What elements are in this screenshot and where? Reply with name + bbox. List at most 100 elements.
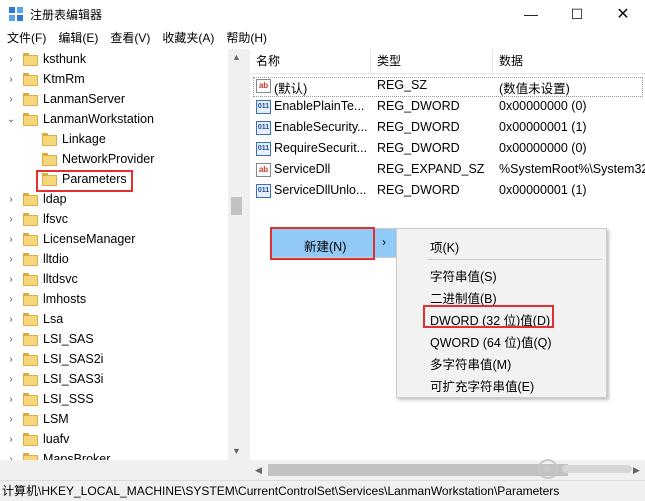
maximize-button[interactable]: ☐ [554,0,600,28]
submenu-item-multi-string[interactable]: 多字符串值(M) [397,350,606,372]
tree-item-label: Linkage [62,132,106,146]
no-expander [24,133,36,147]
annotation-box [423,305,554,328]
chevron-right-icon[interactable]: › [5,353,17,367]
tree-item-label: luafv [43,432,70,446]
scroll-down-icon[interactable]: ▼ [228,443,245,460]
table-row[interactable]: 011 EnablePlainTe... REG_DWORD 0x00000000 (… [250,97,645,118]
tree-item[interactable]: › KtmRm [0,70,228,90]
menu-separator [427,259,602,260]
submenu-item-string[interactable]: 字符串值(S) [397,262,606,284]
chevron-right-icon[interactable]: › [5,93,17,107]
submenu-item-qword[interactable]: QWORD (64 位)值(Q) [397,328,606,350]
chevron-right-icon[interactable]: › [5,413,17,427]
title-bar: 注册表编辑器 — ☐ ✕ [0,0,645,28]
chevron-right-icon[interactable]: › [5,73,17,87]
column-header-name[interactable]: 名称 [250,49,371,74]
registry-tree[interactable]: › ksthunk › KtmRm › LanmanServer ⌄ LanmanWorkst… [0,49,228,460]
tree-item[interactable]: › LSI_SAS3i [0,370,228,390]
submenu-item-expandable-string[interactable]: 可扩充字符串值(E) [397,372,606,394]
cell-name: RequireSecurit... [274,141,368,155]
tree-item[interactable]: › LSM [0,410,228,430]
scrollbar-thumb[interactable] [268,464,568,476]
tree-item[interactable]: › ksthunk [0,50,228,70]
chevron-right-icon[interactable]: › [5,373,17,387]
chevron-right-icon[interactable]: › [5,233,17,247]
menu-item-label: QWORD (64 位)值(Q) [430,336,552,350]
cell-name: (默认) [274,82,308,96]
column-header-data[interactable]: 数据 [493,49,645,74]
menu-item-label: 字符串值(S) [430,270,497,284]
submenu-item-key[interactable]: 项(K) [397,233,606,255]
chevron-right-icon[interactable]: › [5,393,17,407]
tree-item[interactable]: › LSI_SAS2i [0,350,228,370]
chevron-down-icon[interactable]: ⌄ [5,113,17,127]
cell-type: REG_DWORD [377,120,460,134]
folder-icon [23,193,38,206]
table-row[interactable]: 011 ServiceDllUnlo... REG_DWORD 0x00000001 … [250,181,645,202]
tree-item-label: lltdio [43,252,69,266]
tree-item[interactable]: › LSI_SSS [0,390,228,410]
chevron-right-icon[interactable]: › [5,273,17,287]
tree-item[interactable]: Linkage [0,130,228,150]
tree-item[interactable]: › MapsBroker [0,450,228,460]
table-row[interactable]: 011 RequireSecurit... REG_DWORD 0x00000000 … [250,139,645,160]
tree-item[interactable]: › lltdsvc [0,270,228,290]
tree-item[interactable]: › lmhosts [0,290,228,310]
tree-item-label: NetworkProvider [62,152,155,166]
menu-favorites[interactable]: 收藏夹(A) [157,28,219,49]
tree-item[interactable]: › Lsa [0,310,228,330]
table-row[interactable]: ab (默认) REG_SZ (数值未设置) [250,76,645,97]
tree-item[interactable]: › LSI_SAS [0,330,228,350]
folder-icon [23,453,38,460]
chevron-right-icon[interactable]: › [5,193,17,207]
tree-item-label: ksthunk [43,52,87,66]
tree-item-label: lfsvc [43,212,68,226]
table-row[interactable]: 011 EnableSecurity... REG_DWORD 0x00000001 … [250,118,645,139]
tree-item[interactable]: NetworkProvider [0,150,228,170]
tree-item[interactable]: › lltdio [0,250,228,270]
tree-item-label: LSI_SAS2i [43,352,104,366]
column-header-type[interactable]: 类型 [371,49,493,74]
binary-value-icon: 011 [256,184,271,198]
scroll-up-icon[interactable]: ▲ [228,49,245,66]
menu-file[interactable]: 文件(F) [2,28,51,49]
minimize-button[interactable]: — [508,0,554,28]
tree-item[interactable]: › LicenseManager [0,230,228,250]
menu-view[interactable]: 查看(V) [105,28,155,49]
table-row[interactable]: ab ServiceDll REG_EXPAND_SZ %SystemRoot%\Sy… [250,160,645,181]
tree-item[interactable]: › ldap [0,190,228,210]
chevron-right-icon[interactable]: › [5,333,17,347]
tree-item[interactable]: › LanmanServer [0,90,228,110]
window-title: 注册表编辑器 [30,8,103,22]
menu-item-label: 多字符串值(M) [430,358,512,372]
cell-name: ServiceDll [274,162,331,176]
chevron-right-icon[interactable]: › [5,53,17,67]
folder-icon [23,333,38,346]
tree-item-label: MapsBroker [43,452,111,460]
menu-help[interactable]: 帮助(H) [221,28,272,49]
tree-item[interactable]: › luafv [0,430,228,450]
cell-data: 0x00000000 (0) [499,141,587,155]
tree-item-label: LSM [43,412,69,426]
menu-edit[interactable]: 编辑(E) [53,28,103,49]
folder-icon [23,113,38,126]
binary-value-icon: 011 [256,121,271,135]
chevron-right-icon[interactable]: › [5,453,17,460]
tree-vertical-scrollbar[interactable]: ▲ ▼ [228,49,245,460]
tree-item[interactable]: › lfsvc [0,210,228,230]
chevron-right-icon[interactable]: › [5,213,17,227]
tree-item-label: LSI_SAS3i [43,372,104,386]
chevron-right-icon[interactable]: › [5,313,17,327]
menu-bar: 文件(F) 编辑(E) 查看(V) 收藏夹(A) 帮助(H) [0,28,645,49]
tree-horizontal-scrollbar[interactable] [0,460,245,480]
chevron-right-icon[interactable]: › [5,253,17,267]
close-button[interactable]: ✕ [600,0,645,28]
chevron-right-icon[interactable]: › [5,433,17,447]
chevron-right-icon[interactable]: › [5,293,17,307]
folder-icon [42,133,57,146]
tree-item[interactable]: ⌄ LanmanWorkstation [0,110,228,130]
scrollbar-thumb[interactable] [231,197,242,215]
scroll-left-icon[interactable]: ◀ [250,460,267,480]
submenu-item-binary[interactable]: 二进制值(B) [397,284,606,306]
